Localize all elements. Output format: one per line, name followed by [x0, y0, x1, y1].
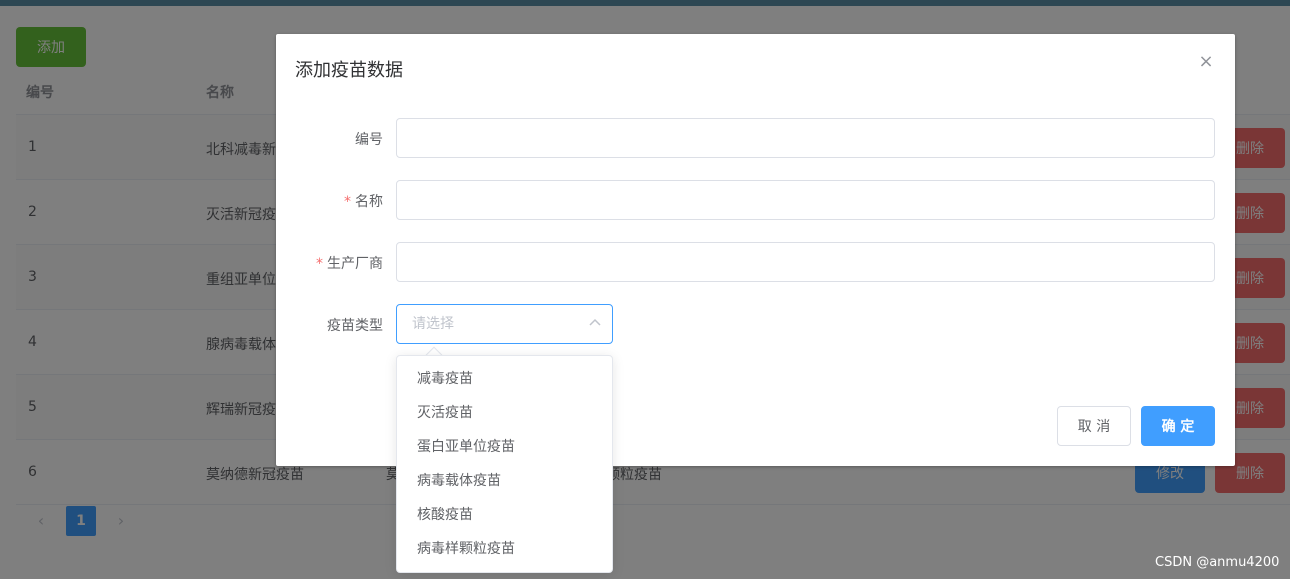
- option-inactivated[interactable]: 灭活疫苗: [397, 396, 612, 430]
- watermark: CSDN @anmu4200: [1155, 555, 1280, 570]
- close-icon[interactable]: ×: [1196, 52, 1216, 72]
- dialog-title: 添加疫苗数据: [295, 60, 403, 81]
- id-field[interactable]: [396, 118, 1215, 158]
- confirm-button[interactable]: 确 定: [1141, 406, 1215, 446]
- required-mark: *: [344, 194, 351, 210]
- cancel-button[interactable]: 取 消: [1057, 406, 1131, 446]
- vaccine-type-select[interactable]: [396, 304, 613, 344]
- name-label: * 名称: [344, 194, 383, 210]
- option-protein-subunit[interactable]: 蛋白亚单位疫苗: [397, 430, 612, 464]
- option-attenuated[interactable]: 减毒疫苗: [397, 362, 612, 396]
- type-label: 疫苗类型: [327, 318, 383, 334]
- vaccine-type-dropdown: 减毒疫苗 灭活疫苗 蛋白亚单位疫苗 病毒载体疫苗 核酸疫苗 病毒样颗粒疫苗: [396, 355, 613, 573]
- chevron-up-icon: [589, 318, 601, 326]
- required-mark: *: [316, 256, 323, 272]
- maker-label: * 生产厂商: [316, 256, 383, 272]
- maker-field[interactable]: [396, 242, 1215, 282]
- option-nucleic-acid[interactable]: 核酸疫苗: [397, 498, 612, 532]
- option-virus-like-particle[interactable]: 病毒样颗粒疫苗: [397, 532, 612, 566]
- vaccine-type-input[interactable]: [397, 305, 582, 343]
- id-label: 编号: [355, 132, 383, 148]
- name-field[interactable]: [396, 180, 1215, 220]
- option-viral-vector[interactable]: 病毒载体疫苗: [397, 464, 612, 498]
